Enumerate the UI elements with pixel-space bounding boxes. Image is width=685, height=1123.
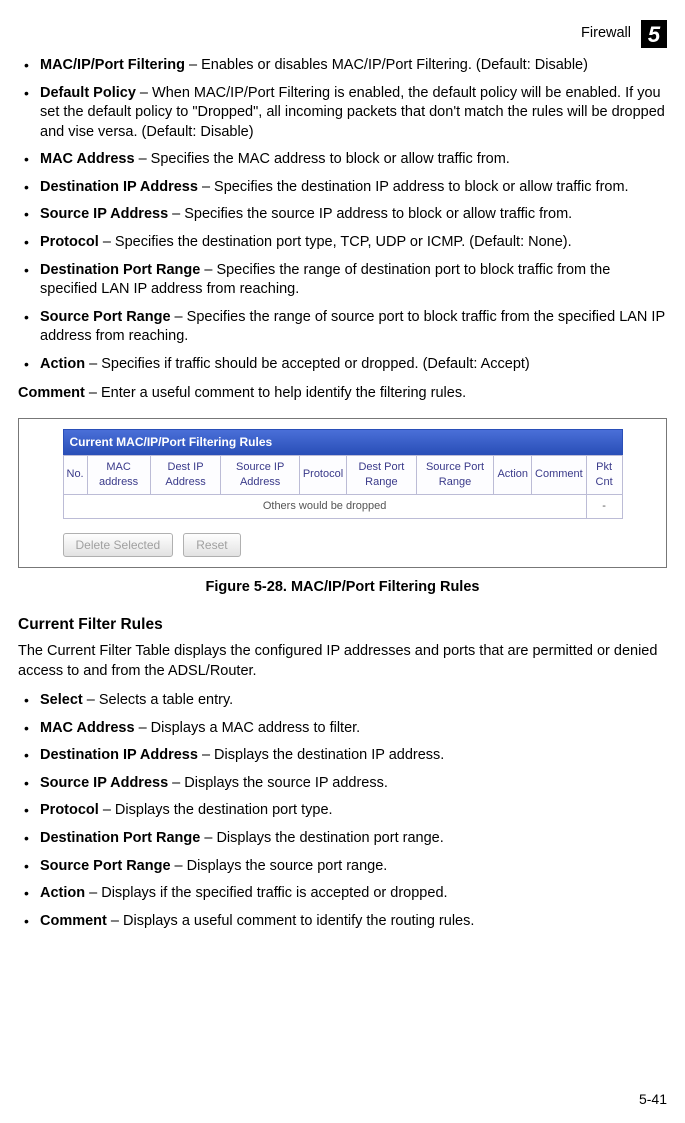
desc: – Enables or disables MAC/IP/Port Filter… xyxy=(185,57,588,73)
list-item: Source Port Range – Displays the source … xyxy=(18,857,667,877)
desc: – Displays a MAC address to filter. xyxy=(135,720,361,736)
desc: – Displays a useful comment to identify … xyxy=(107,913,475,929)
reset-button[interactable]: Reset xyxy=(183,533,240,557)
desc: – Displays the source IP address. xyxy=(168,775,388,791)
term: MAC Address xyxy=(40,151,135,167)
desc: – Specifies the source IP address to blo… xyxy=(168,206,572,222)
col-protocol: Protocol xyxy=(299,456,346,495)
desc: – Displays the source port range. xyxy=(171,858,388,874)
rules-title-bar: Current MAC/IP/Port Filtering Rules xyxy=(63,429,623,455)
empty-row-tail: - xyxy=(586,494,622,518)
bottom-bullet-list: Select – Selects a table entry. MAC Addr… xyxy=(18,691,667,931)
list-item: Protocol – Specifies the destination por… xyxy=(18,233,667,253)
rules-table: No. MAC address Dest IP Address Source I… xyxy=(63,455,623,519)
term: Comment xyxy=(18,385,85,401)
term: Source IP Address xyxy=(40,775,168,791)
col-destport: Dest Port Range xyxy=(347,456,416,495)
col-destip: Dest IP Address xyxy=(150,456,221,495)
top-bullet-list: MAC/IP/Port Filtering – Enables or disab… xyxy=(18,56,667,374)
term: Action xyxy=(40,885,85,901)
list-item: Source IP Address – Specifies the source… xyxy=(18,205,667,225)
comment-paragraph: Comment – Enter a useful comment to help… xyxy=(18,384,667,404)
list-item: Destination Port Range – Displays the de… xyxy=(18,829,667,849)
desc: – Displays the destination port range. xyxy=(200,830,443,846)
empty-row-text: Others would be dropped xyxy=(63,494,586,518)
list-item: MAC Address – Displays a MAC address to … xyxy=(18,719,667,739)
term: Source Port Range xyxy=(40,858,171,874)
term: Destination Port Range xyxy=(40,830,200,846)
term: Select xyxy=(40,692,83,708)
list-item: Destination IP Address – Displays the de… xyxy=(18,746,667,766)
list-item: Action – Specifies if traffic should be … xyxy=(18,355,667,375)
col-pktcnt: Pkt Cnt xyxy=(586,456,622,495)
section-intro: The Current Filter Table displays the co… xyxy=(18,642,667,681)
rules-panel: Current MAC/IP/Port Filtering Rules No. … xyxy=(63,429,623,557)
desc: – Enter a useful comment to help identif… xyxy=(85,385,466,401)
term: Destination IP Address xyxy=(40,179,198,195)
col-mac: MAC address xyxy=(87,456,150,495)
desc: – Displays the destination port type. xyxy=(99,802,333,818)
list-item: Source Port Range – Specifies the range … xyxy=(18,308,667,347)
list-item: Action – Displays if the specified traff… xyxy=(18,884,667,904)
list-item: Protocol – Displays the destination port… xyxy=(18,801,667,821)
term: Source Port Range xyxy=(40,309,171,325)
desc: – Specifies the MAC address to block or … xyxy=(135,151,510,167)
desc: – Specifies the destination IP address t… xyxy=(198,179,629,195)
col-srcport: Source Port Range xyxy=(416,456,494,495)
list-item: Select – Selects a table entry. xyxy=(18,691,667,711)
col-action: Action xyxy=(494,456,532,495)
list-item: Destination Port Range – Specifies the r… xyxy=(18,261,667,300)
figure-caption: Figure 5-28. MAC/IP/Port Filtering Rules xyxy=(18,578,667,598)
term: Destination IP Address xyxy=(40,747,198,763)
list-item: MAC Address – Specifies the MAC address … xyxy=(18,150,667,170)
figure-container: Current MAC/IP/Port Filtering Rules No. … xyxy=(18,418,667,568)
term: Source IP Address xyxy=(40,206,168,222)
col-comment: Comment xyxy=(532,456,587,495)
list-item: Source IP Address – Displays the source … xyxy=(18,774,667,794)
list-item: Destination IP Address – Specifies the d… xyxy=(18,178,667,198)
term: Comment xyxy=(40,913,107,929)
col-srcip: Source IP Address xyxy=(221,456,299,495)
page-header: Firewall 5 xyxy=(18,20,667,48)
desc: – Specifies if traffic should be accepte… xyxy=(85,356,530,372)
term: MAC Address xyxy=(40,720,135,736)
desc: – Displays if the specified traffic is a… xyxy=(85,885,447,901)
list-item: MAC/IP/Port Filtering – Enables or disab… xyxy=(18,56,667,76)
page-number: 5-41 xyxy=(639,1090,667,1109)
desc: – Selects a table entry. xyxy=(83,692,233,708)
delete-selected-button[interactable]: Delete Selected xyxy=(63,533,174,557)
button-row: Delete Selected Reset xyxy=(63,533,623,557)
term: Destination Port Range xyxy=(40,262,200,278)
term: Action xyxy=(40,356,85,372)
list-item: Comment – Displays a useful comment to i… xyxy=(18,912,667,932)
term: MAC/IP/Port Filtering xyxy=(40,57,185,73)
term: Default Policy xyxy=(40,85,136,101)
desc: – Specifies the destination port type, T… xyxy=(99,234,572,250)
list-item: Default Policy – When MAC/IP/Port Filter… xyxy=(18,84,667,143)
term: Protocol xyxy=(40,802,99,818)
term: Protocol xyxy=(40,234,99,250)
desc: – Displays the destination IP address. xyxy=(198,747,444,763)
col-no: No. xyxy=(63,456,87,495)
table-header-row: No. MAC address Dest IP Address Source I… xyxy=(63,456,622,495)
table-row-empty: Others would be dropped - xyxy=(63,494,622,518)
chapter-number-box: 5 xyxy=(641,20,667,48)
header-section-label: Firewall xyxy=(581,24,631,44)
section-heading-current-filter-rules: Current Filter Rules xyxy=(18,615,667,636)
